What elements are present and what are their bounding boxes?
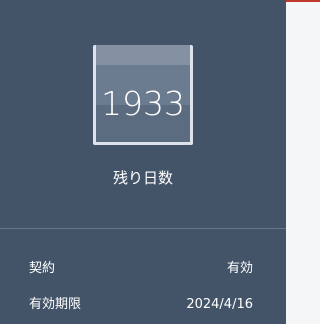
- accent-bar: [286, 0, 320, 2]
- detail-row-expiry: 有効期限 2024/4/16: [29, 295, 253, 315]
- expiry-date-value: 2024/4/16: [186, 297, 253, 312]
- license-panel: 1933 残り日数 契約 有効 有効期限 2024/4/16: [0, 0, 286, 324]
- contract-label: 契約: [29, 261, 56, 276]
- content-area: [286, 0, 320, 324]
- calendar-icon: 1933: [93, 45, 193, 145]
- contract-status-value: 有効: [226, 261, 253, 276]
- remaining-days-label: 残り日数: [112, 169, 173, 187]
- remaining-days-value: 1933: [101, 84, 185, 123]
- expiry-label: 有効期限: [29, 297, 82, 312]
- divider: [0, 228, 286, 229]
- detail-row-contract: 契約 有効: [29, 259, 253, 279]
